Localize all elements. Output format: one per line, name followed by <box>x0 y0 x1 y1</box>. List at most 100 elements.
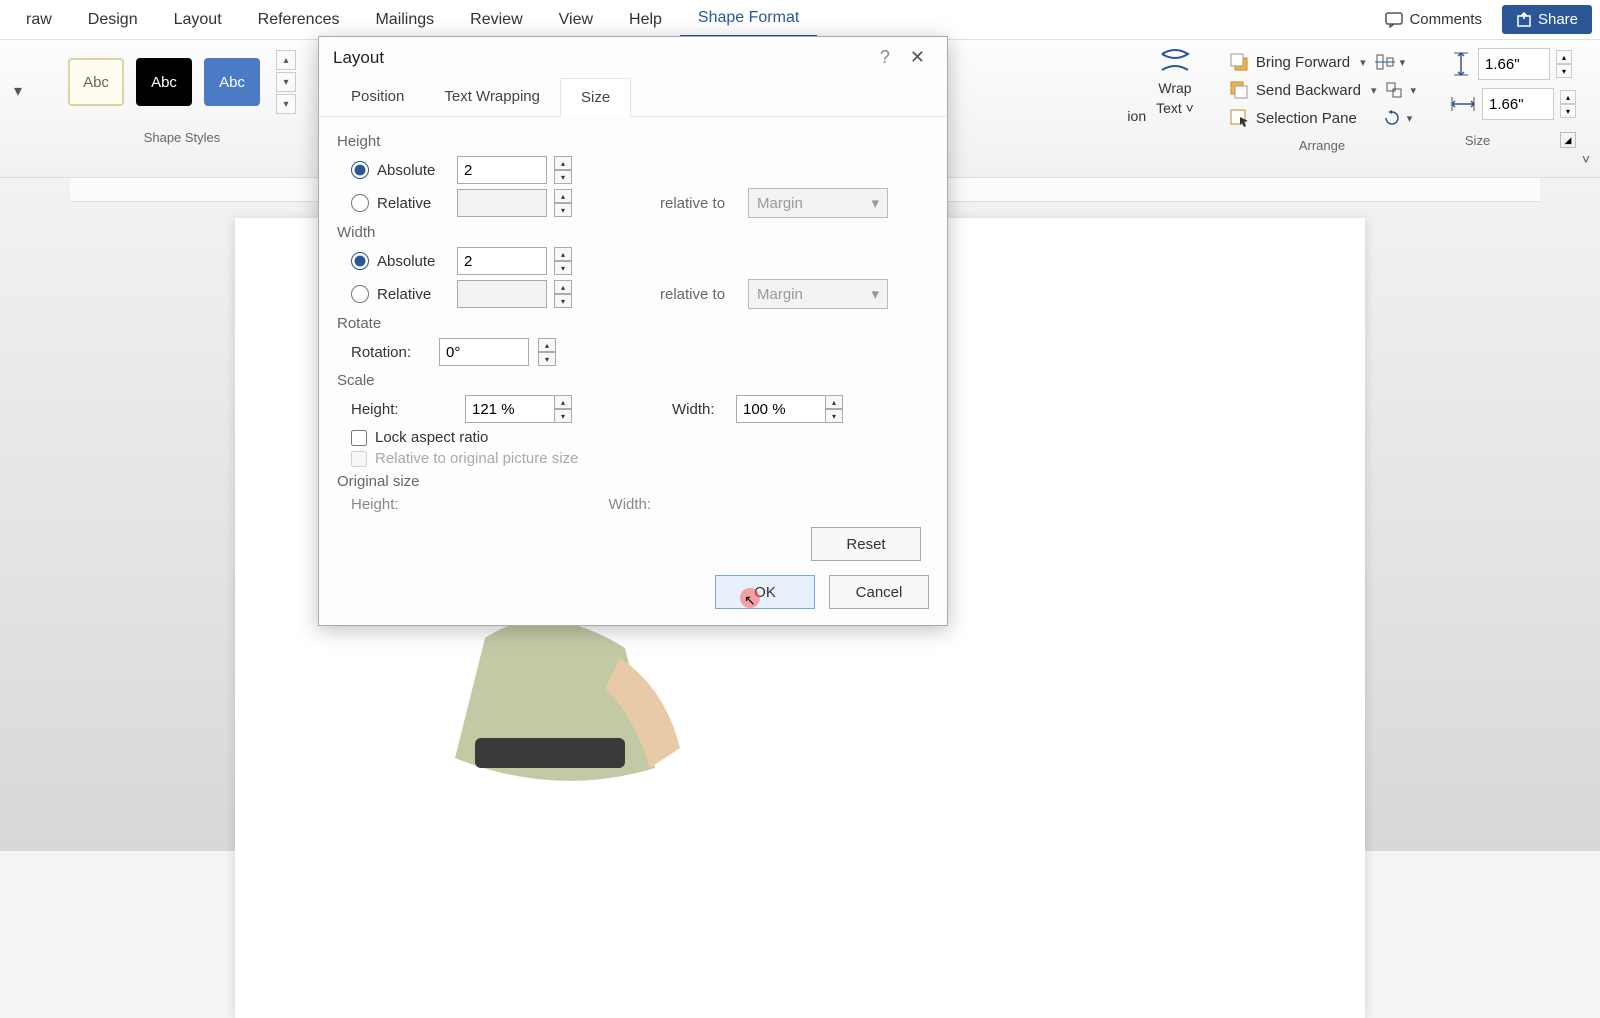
menu-design[interactable]: Design <box>70 3 156 37</box>
dialog-tabs: Position Text Wrapping Size <box>319 78 947 117</box>
send-backward-button[interactable]: Send Backward <box>1224 76 1367 104</box>
rotate-drop[interactable]: ▾ <box>1403 112 1417 125</box>
comments-button[interactable]: Comments <box>1371 5 1496 34</box>
rotation-down[interactable]: ▾ <box>538 352 556 366</box>
layout-dialog: Layout ? ✕ Position Text Wrapping Size H… <box>318 36 948 626</box>
width-absolute-radio[interactable] <box>351 252 369 270</box>
width-relative-radio[interactable] <box>351 285 369 303</box>
group-drop[interactable]: ▾ <box>1406 84 1420 97</box>
comments-label: Comments <box>1409 11 1482 28</box>
width-absolute-input[interactable] <box>457 247 547 275</box>
align-button[interactable] <box>1374 51 1396 73</box>
gallery-up[interactable]: ▴ <box>276 50 296 70</box>
width-abs-down[interactable]: ▾ <box>554 261 572 275</box>
width-abs-up[interactable]: ▴ <box>554 247 572 261</box>
height-absolute-label: Absolute <box>377 162 449 179</box>
dialog-title-text: Layout <box>333 48 384 68</box>
ribbon-width-input[interactable] <box>1482 88 1554 120</box>
reset-button[interactable]: Reset <box>811 527 921 561</box>
scale-height-input[interactable] <box>465 395 555 423</box>
height-abs-up[interactable]: ▴ <box>554 156 572 170</box>
width-rel-up[interactable]: ▴ <box>554 280 572 294</box>
chevron-down-icon: ▾ <box>871 194 879 212</box>
menu-shape-format[interactable]: Shape Format <box>680 1 817 38</box>
bring-forward-button[interactable]: Bring Forward <box>1224 48 1356 76</box>
selection-pane-button[interactable]: Selection Pane <box>1224 104 1363 132</box>
scale-width-label: Width: <box>672 401 736 418</box>
share-button[interactable]: Share <box>1502 5 1592 34</box>
scale-height-label: Height: <box>351 401 415 418</box>
tab-position[interactable]: Position <box>331 78 424 116</box>
height-abs-down[interactable]: ▾ <box>554 170 572 184</box>
ribbon-width-up[interactable]: ▴ <box>1560 90 1576 104</box>
ribbon-width-down[interactable]: ▾ <box>1560 104 1576 118</box>
width-relative-to-label: relative to <box>660 286 740 303</box>
tab-text-wrapping[interactable]: Text Wrapping <box>424 78 560 116</box>
rotation-up[interactable]: ▴ <box>538 338 556 352</box>
size-dialog-launcher[interactable]: ◢ <box>1560 132 1576 148</box>
share-label: Share <box>1538 11 1578 28</box>
qat-dropdown[interactable]: ▾ <box>8 76 28 106</box>
ribbon-height-down[interactable]: ▾ <box>1556 64 1572 78</box>
width-relative-to-dropdown[interactable]: Margin▾ <box>748 279 888 309</box>
group-button[interactable] <box>1384 79 1406 101</box>
menu-help[interactable]: Help <box>611 3 680 37</box>
height-relative-to-dropdown[interactable]: Margin▾ <box>748 188 888 218</box>
position-label-fragment: ion <box>1127 108 1146 124</box>
scale-width-input[interactable] <box>736 395 826 423</box>
menu-review[interactable]: Review <box>452 3 540 37</box>
ok-button[interactable]: ↖ OK <box>715 575 815 609</box>
height-rel-down[interactable]: ▾ <box>554 203 572 217</box>
arrange-group-label: Arrange <box>1224 138 1420 153</box>
selection-pane-icon <box>1230 109 1250 127</box>
selection-pane-label: Selection Pane <box>1256 110 1357 127</box>
arrange-group: Bring Forward ▾ ▾ Send Backward ▾ <box>1224 48 1420 153</box>
dialog-help-button[interactable]: ? <box>868 47 902 68</box>
rotation-input[interactable] <box>439 338 529 366</box>
wrap-text-label-2: Text <box>1156 100 1182 116</box>
width-relto-value: Margin <box>757 286 803 303</box>
menu-layout[interactable]: Layout <box>156 3 240 37</box>
lock-aspect-label: Lock aspect ratio <box>375 429 488 446</box>
menu-mailings[interactable]: Mailings <box>357 3 452 37</box>
wrap-text-label-1: Wrap <box>1158 80 1191 96</box>
shape-style-swatch-2[interactable]: Abc <box>136 58 192 106</box>
menu-draw[interactable]: raw <box>8 3 70 37</box>
gallery-down[interactable]: ▾ <box>276 72 296 92</box>
lock-aspect-checkbox[interactable] <box>351 430 367 446</box>
send-backward-icon <box>1230 81 1250 99</box>
width-section-label: Width <box>337 224 929 241</box>
orig-width-label: Width: <box>609 496 652 513</box>
height-absolute-radio[interactable] <box>351 161 369 179</box>
ribbon-height-input[interactable] <box>1478 48 1550 80</box>
bring-forward-drop[interactable]: ▾ <box>1356 56 1370 69</box>
gallery-more[interactable]: ▾ <box>276 94 296 114</box>
scale-width-up[interactable]: ▴ <box>825 395 843 409</box>
scale-height-up[interactable]: ▴ <box>554 395 572 409</box>
height-rel-up[interactable]: ▴ <box>554 189 572 203</box>
tab-size[interactable]: Size <box>560 78 631 117</box>
width-icon <box>1450 93 1476 115</box>
height-icon <box>1450 51 1472 77</box>
scale-width-down[interactable]: ▾ <box>825 409 843 423</box>
height-relative-radio[interactable] <box>351 194 369 212</box>
ribbon-height-up[interactable]: ▴ <box>1556 50 1572 64</box>
shape-styles-group: Abc Abc Abc ▴ ▾ ▾ Shape Styles <box>68 50 296 145</box>
comment-icon <box>1385 12 1403 28</box>
width-rel-down[interactable]: ▾ <box>554 294 572 308</box>
dialog-close-button[interactable]: ✕ <box>902 47 933 68</box>
cancel-button[interactable]: Cancel <box>829 575 929 609</box>
menu-references[interactable]: References <box>240 3 358 37</box>
rotate-button[interactable] <box>1381 107 1403 129</box>
align-drop[interactable]: ▾ <box>1396 56 1410 69</box>
height-absolute-input[interactable] <box>457 156 547 184</box>
send-backward-drop[interactable]: ▾ <box>1367 84 1381 97</box>
wrap-text-button[interactable]: Wrap Text ˅ <box>1156 48 1194 116</box>
menu-view[interactable]: View <box>541 3 611 37</box>
shape-style-gallery-arrows: ▴ ▾ ▾ <box>276 50 296 114</box>
collapse-ribbon-button[interactable]: ˅ <box>1578 147 1594 171</box>
scale-height-down[interactable]: ▾ <box>554 409 572 423</box>
width-relative-label: Relative <box>377 286 449 303</box>
shape-style-swatch-3[interactable]: Abc <box>204 58 260 106</box>
shape-style-swatch-1[interactable]: Abc <box>68 58 124 106</box>
